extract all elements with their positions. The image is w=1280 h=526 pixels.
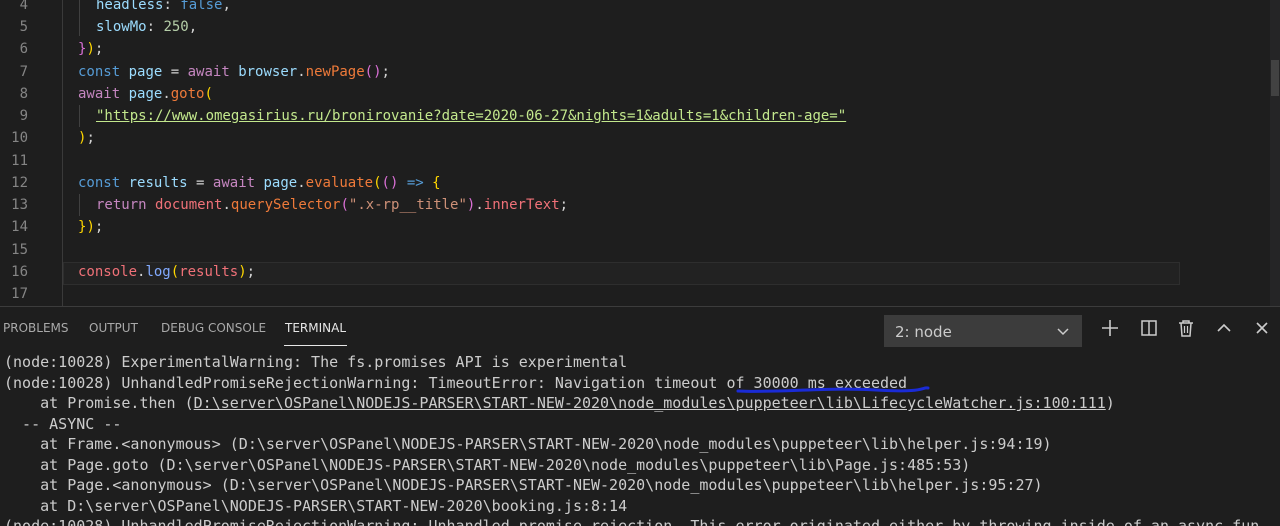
terminal-line: (node:10028) ExperimentalWarning: The fs… — [4, 353, 628, 371]
terminal-line: at Page.goto (D:\server\OSPanel\NODEJS-P… — [4, 455, 971, 474]
url-string[interactable]: "https://www.omegasirius.ru/bronirovanie… — [96, 108, 846, 124]
split-icon[interactable] — [1138, 317, 1160, 339]
code-editor[interactable]: 4 5 6 7 8 9 10 11 12 13 14 15 16 17 head… — [0, 0, 1280, 306]
line-number: 12 — [11, 175, 28, 191]
line-number: 11 — [11, 153, 28, 169]
line-number: 8 — [19, 86, 28, 102]
terminal-line: at Page.<anonymous> (D:\server\OSPanel\N… — [4, 476, 1043, 494]
code-line-16[interactable]: console.log(results); — [78, 261, 255, 283]
line-number: 10 — [11, 130, 28, 146]
editor-scrollbar[interactable] — [1270, 0, 1280, 306]
code-line-14[interactable]: }); — [78, 216, 103, 238]
line-number: 17 — [11, 286, 28, 302]
code-line-13[interactable]: return document.querySelector(".x-rp__ti… — [96, 194, 568, 216]
code-line-4[interactable]: headless: false, — [96, 0, 231, 16]
terminal-line: -- ASYNC -- — [4, 414, 122, 433]
chevron-up-icon[interactable] — [1213, 317, 1235, 339]
trash-icon[interactable] — [1175, 317, 1197, 339]
terminal-output[interactable]: (node:10028) ExperimentalWarning: The fs… — [4, 352, 1280, 526]
bottom-panel: PROBLEMS OUTPUT DEBUG CONSOLE TERMINAL 2… — [0, 306, 1280, 526]
line-number: 14 — [11, 219, 28, 235]
line-number: 5 — [19, 19, 28, 35]
code-line-9[interactable]: "https://www.omegasirius.ru/bronirovanie… — [96, 105, 846, 127]
line-number: 6 — [19, 41, 28, 57]
line-number: 9 — [19, 108, 28, 124]
terminal-selector-value: 2: node — [895, 323, 952, 341]
line-number: 7 — [19, 64, 28, 80]
tab-terminal[interactable]: TERMINAL — [285, 321, 346, 335]
code-line-12[interactable]: const results = await page.evaluate(() =… — [78, 172, 441, 194]
terminal-line: at Promise.then (D:\server\OSPanel\NODEJ… — [4, 394, 1115, 412]
line-number: 16 — [11, 264, 28, 280]
code-line-5[interactable]: slowMo: 250, — [96, 16, 197, 38]
active-tab-indicator — [284, 345, 347, 346]
tab-debug-console[interactable]: DEBUG CONSOLE — [161, 321, 266, 335]
code-line-8[interactable]: await page.goto( — [78, 83, 213, 105]
close-icon[interactable] — [1251, 317, 1273, 339]
code-line-6[interactable]: }); — [78, 38, 103, 60]
line-number-gutter: 4 5 6 7 8 9 10 11 12 13 14 15 16 17 — [0, 0, 63, 306]
code-line-10[interactable]: ); — [78, 127, 95, 149]
plus-icon[interactable] — [1099, 317, 1121, 339]
code-line-7[interactable]: const page = await browser.newPage(); — [78, 61, 390, 83]
terminal-line: at Frame.<anonymous> (D:\server\OSPanel\… — [4, 435, 1052, 453]
line-number: 15 — [11, 242, 28, 258]
tab-output[interactable]: OUTPUT — [89, 321, 138, 335]
tab-problems[interactable]: PROBLEMS — [3, 321, 69, 335]
indent-guide — [79, 0, 80, 36]
line-number: 4 — [19, 0, 28, 13]
terminal-line: (node:10028) UnhandledPromiseRejectionWa… — [4, 373, 908, 392]
indent-guide — [79, 105, 80, 127]
hand-drawn-underline — [736, 386, 930, 393]
terminal-selector[interactable]: 2: node — [884, 315, 1082, 347]
chevron-down-icon — [1055, 322, 1071, 344]
terminal-line: at D:\server\OSPanel\NODEJS-PARSER\START… — [4, 496, 628, 515]
line-number: 13 — [11, 197, 28, 213]
file-path-link[interactable]: D:\server\OSPanel\NODEJS-PARSER\START-NE… — [194, 394, 1106, 412]
indent-guide — [79, 194, 80, 216]
editor-scroll-thumb[interactable] — [1271, 60, 1279, 96]
